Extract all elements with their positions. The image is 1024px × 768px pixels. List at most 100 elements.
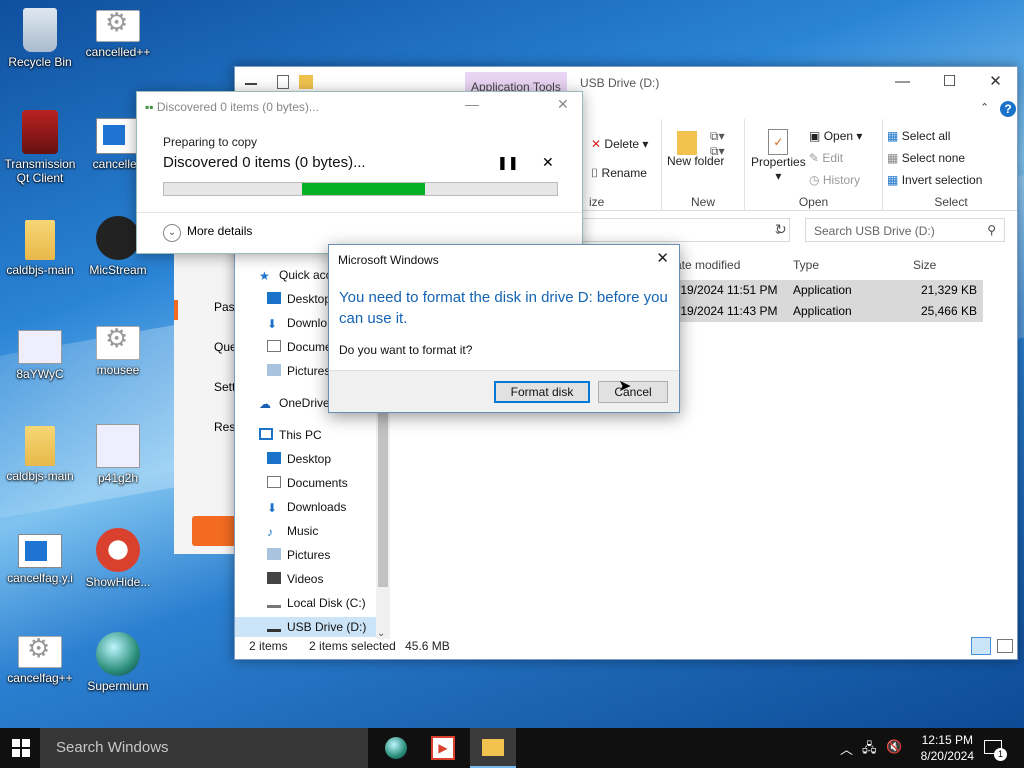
- close-button[interactable]: ✕: [973, 67, 1018, 97]
- quick-access-toolbar-icon[interactable]: [245, 75, 257, 85]
- chevron-up-icon[interactable]: ︿: [840, 739, 853, 758]
- dialog-content-text: Do you want to format it?: [339, 343, 473, 357]
- desktop-icon-caldbjs-folder[interactable]: caldbjs-main: [0, 218, 80, 277]
- desktop-icon-p41g2h[interactable]: p41g2h: [78, 424, 158, 485]
- nav-pc-desktop[interactable]: Desktop: [267, 449, 331, 469]
- taskbar-media-app[interactable]: ▶: [420, 728, 466, 768]
- properties-icon: ✓: [768, 129, 789, 155]
- nav-local-disk[interactable]: Local Disk (C:): [267, 593, 366, 613]
- select-all-button[interactable]: ▦ Select all: [887, 129, 950, 143]
- minimize-button[interactable]: —: [880, 67, 925, 97]
- mouse-cursor-icon: ➤: [618, 378, 632, 395]
- table-row[interactable]: /19/2024 11:51 PM Application 21,329 KB: [655, 280, 983, 301]
- open-button[interactable]: ▣ Open ▾: [809, 129, 862, 143]
- maximize-button[interactable]: ☐: [927, 67, 972, 97]
- chevron-down-icon[interactable]: ⌄: [377, 628, 385, 639]
- desktop-icon-cancelled-plus[interactable]: cancelled++: [78, 10, 158, 59]
- desktop-icon-recycle-bin[interactable]: Recycle Bin: [0, 8, 80, 69]
- new-folder-button[interactable]: New folder: [667, 131, 724, 168]
- chevron-down-icon: ⌄: [163, 224, 181, 242]
- group-label-open: Open: [798, 195, 829, 209]
- column-date-modified[interactable]: ate modified: [675, 253, 740, 277]
- desktop-icon-transmission[interactable]: Transmission Qt Client: [0, 110, 80, 185]
- properties-button[interactable]: ✓ Properties ▾: [751, 129, 806, 183]
- details-view-icon[interactable]: [971, 637, 991, 655]
- nav-this-pc[interactable]: This PC: [259, 425, 322, 445]
- column-size[interactable]: Size: [913, 253, 936, 277]
- folder-icon[interactable]: [299, 75, 313, 89]
- close-button[interactable]: ✕: [656, 249, 669, 267]
- media-player-icon: ▶: [431, 736, 455, 760]
- application-window-icon: [96, 118, 140, 154]
- desktop-icon-cancelfag[interactable]: cancelfag.y.i: [0, 534, 80, 585]
- select-all-icon: ▦: [887, 129, 899, 143]
- select-none-button[interactable]: ▦ Select none: [887, 151, 965, 165]
- side-app-item[interactable]: Res: [214, 420, 235, 434]
- group-label-new: New: [690, 195, 715, 209]
- desktop-icon: [267, 292, 281, 304]
- help-icon[interactable]: ?: [1000, 101, 1016, 117]
- format-disk-button[interactable]: Format disk: [494, 381, 590, 403]
- copy-progress-dialog: ▪▪ Discovered 0 items (0 bytes)... — ✕ P…: [136, 91, 583, 254]
- pause-icon[interactable]: ❚❚: [497, 155, 519, 171]
- column-type[interactable]: Type: [793, 253, 819, 277]
- nav-onedrive[interactable]: ☁ OneDrive: [259, 393, 330, 413]
- nav-documents[interactable]: Docume: [267, 337, 332, 357]
- desktop-icon-supermium[interactable]: Supermium: [78, 632, 158, 693]
- delete-button[interactable]: ✕ Delete ▾: [591, 137, 648, 151]
- image-icon: [18, 330, 62, 364]
- scrollbar-thumb[interactable]: [378, 387, 388, 587]
- new-item-icon[interactable]: ⧉▾ ⧉▾: [710, 129, 725, 159]
- table-row[interactable]: /19/2024 11:43 PM Application 25,466 KB: [655, 301, 983, 322]
- nav-pc-music[interactable]: ♪ Music: [267, 521, 318, 541]
- ribbon-expand-icon[interactable]: ⌃: [980, 101, 989, 114]
- nav-pc-documents[interactable]: Documents: [267, 473, 348, 493]
- taskbar-supermium[interactable]: [372, 728, 418, 768]
- invert-selection-button[interactable]: ▦ Invert selection: [887, 173, 982, 187]
- desktop-icon-cancelfag-plus[interactable]: cancelfag++: [0, 636, 80, 685]
- network-icon[interactable]: 🖧: [862, 739, 877, 761]
- cancel-button[interactable]: Cancel: [598, 381, 668, 403]
- taskbar-file-explorer[interactable]: [470, 728, 516, 768]
- nav-pc-pictures[interactable]: Pictures: [267, 545, 330, 565]
- minimize-button[interactable]: —: [465, 96, 479, 112]
- rename-button[interactable]: ⌷ Rename: [591, 166, 647, 181]
- desktop-icon-mousee[interactable]: mousee: [78, 326, 158, 377]
- new-folder-icon: [677, 131, 697, 155]
- file-explorer-icon: [482, 739, 504, 756]
- close-button[interactable]: ✕: [557, 96, 569, 113]
- nav-pictures[interactable]: Pictures: [267, 361, 330, 381]
- volume-muted-icon[interactable]: 🔇: [886, 739, 902, 755]
- history-button[interactable]: ◷ History: [809, 173, 860, 187]
- copy-subtitle: Preparing to copy: [163, 135, 258, 149]
- large-icons-view-icon[interactable]: [997, 639, 1013, 653]
- start-button[interactable]: [12, 739, 30, 757]
- taskbar-search-box[interactable]: Search Windows: [40, 728, 368, 768]
- recycle-bin-icon: [23, 8, 57, 52]
- refresh-icon[interactable]: ↻: [775, 221, 787, 238]
- notification-icon[interactable]: 1: [984, 740, 1007, 761]
- properties-icon[interactable]: [277, 75, 289, 89]
- nav-downloads[interactable]: ⬇ Downlo: [267, 313, 327, 333]
- nav-desktop[interactable]: Desktop: [267, 289, 331, 309]
- nav-pc-videos[interactable]: Videos: [267, 569, 323, 589]
- rename-icon: ⌷: [591, 166, 599, 180]
- dialog-main-instruction: You need to format the disk in drive D: …: [339, 289, 668, 327]
- edit-button[interactable]: ✎ Edit: [809, 151, 843, 165]
- search-input[interactable]: Search USB Drive (D:) ⚲: [805, 218, 1005, 242]
- nav-quick-access[interactable]: ★ Quick acc: [259, 265, 332, 285]
- drive-icon: [267, 596, 281, 608]
- more-details-toggle[interactable]: ⌄ More details: [163, 224, 252, 242]
- desktop-icon-8aywyc[interactable]: 8aYWyC: [0, 330, 80, 381]
- delete-icon: ✕: [591, 137, 602, 151]
- nav-pc-downloads[interactable]: ⬇ Downloads: [267, 497, 346, 517]
- taskbar-clock[interactable]: 12:15 PM 8/20/2024: [921, 732, 974, 764]
- download-icon: ⬇: [267, 317, 278, 331]
- micstream-icon: [96, 216, 140, 260]
- status-bar: 2 items 2 items selected 45.6 MB: [249, 639, 450, 653]
- nav-usb-drive[interactable]: USB Drive (D:): [235, 617, 376, 637]
- video-icon: [267, 572, 281, 584]
- desktop-icon-showhide[interactable]: ShowHide...: [78, 528, 158, 589]
- desktop-icon-caldbjs-zip[interactable]: caldbjs-main: [0, 424, 80, 483]
- cancel-copy-icon[interactable]: ✕: [542, 154, 554, 171]
